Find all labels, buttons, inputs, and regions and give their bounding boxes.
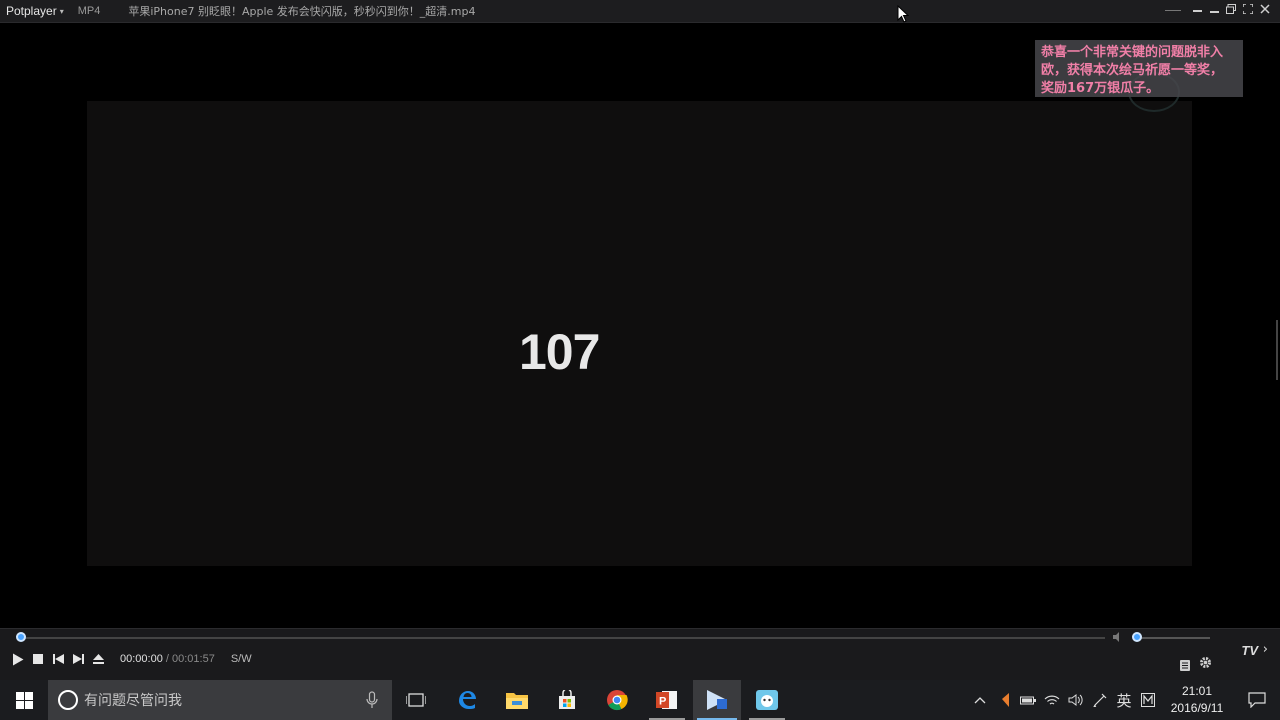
cortana-search-box[interactable]: 有问题尽管问我 [48, 680, 392, 720]
potplayer-icon [707, 690, 727, 710]
action-center-button[interactable] [1234, 680, 1280, 720]
resize-handle[interactable] [1276, 320, 1278, 380]
mini-mode-icon[interactable] [1209, 4, 1219, 16]
windows-logo-icon [15, 691, 33, 709]
battery-icon[interactable] [1016, 680, 1040, 720]
task-view-button[interactable] [392, 680, 440, 720]
file-title: 苹果iPhone7 别眨眼！Apple 发布会快闪版，秒秒闪到你！_超清.mp4 [128, 5, 476, 18]
brand-label: Potplayer [6, 4, 57, 18]
store-bag-icon [559, 690, 575, 709]
format-label: MP4 [77, 5, 101, 17]
store-button[interactable] [543, 680, 591, 720]
overlay-line-2: 欧，获得本次绘马祈愿一等奖， [1041, 63, 1224, 78]
edge-icon [459, 691, 476, 709]
potplayer-menu-button[interactable]: Potplayer ▾ [0, 4, 64, 18]
ime-mode-icon[interactable] [1136, 680, 1160, 720]
speaker-icon[interactable] [1112, 631, 1124, 646]
windows-taskbar: 有问题尽管问我 P 英 21:01 2016/9/11 [0, 680, 1280, 720]
potplayer-taskbar-button[interactable] [693, 680, 741, 720]
task-view-icon [406, 693, 426, 707]
overlay-line-1: 恭喜一个非常关键的问题脱非入 [1041, 45, 1224, 60]
mouse-cursor-icon [897, 5, 909, 23]
powerpoint-icon: P [656, 691, 677, 709]
minimize-icon[interactable] [1192, 4, 1202, 16]
playlist-icon[interactable] [1180, 656, 1190, 671]
volume-knob[interactable] [1132, 632, 1142, 642]
file-explorer-button[interactable] [493, 680, 541, 720]
eject-icon[interactable] [92, 653, 104, 665]
video-frame [87, 101, 1192, 566]
cortana-icon [58, 690, 78, 710]
character-app-icon [756, 690, 778, 710]
chevron-up-icon[interactable] [968, 680, 992, 720]
volume-muted-app-icon[interactable] [992, 680, 1016, 720]
tv-button[interactable]: TV [1241, 643, 1258, 658]
volume-slider[interactable] [1137, 637, 1210, 639]
seek-bar[interactable] [20, 637, 1105, 639]
window-controls [1165, 3, 1270, 16]
chevron-right-icon[interactable]: › [1263, 642, 1268, 657]
clock[interactable]: 21:01 2016/9/11 [1160, 683, 1234, 717]
speaker-icon[interactable] [1064, 680, 1088, 720]
bilibili-button[interactable] [743, 680, 791, 720]
title-bar: Potplayer ▾ MP4 苹果iPhone7 别眨眼！Apple 发布会快… [0, 0, 1280, 23]
video-viewport[interactable]: 107 [5, 23, 1275, 628]
control-bar: 00:00:00 / 00:01:57 S/W TV › [0, 628, 1280, 680]
folder-icon [506, 693, 528, 709]
total-time: / 00:01:57 [162, 653, 215, 665]
pen-icon[interactable] [1088, 680, 1112, 720]
restore-icon[interactable] [1226, 4, 1236, 16]
edge-taskbar-button[interactable] [443, 680, 491, 720]
time-display: 00:00:00 / 00:01:57 [120, 653, 215, 665]
current-time: 00:00:00 [120, 653, 163, 665]
gear-icon[interactable] [1199, 654, 1212, 668]
divider-line [1165, 9, 1181, 11]
danmaku-overlay: 恭喜一个非常关键的问题脱非入 欧，获得本次绘马祈愿一等奖， 奖励167万银瓜子。 [1035, 40, 1243, 97]
svg-text:P: P [659, 696, 666, 708]
overlay-line-3: 奖励167万银瓜子。 [1041, 81, 1160, 96]
caret-down-icon: ▾ [59, 6, 64, 16]
countdown-number: 107 [519, 324, 600, 380]
notification-icon [1248, 692, 1266, 708]
start-button[interactable] [0, 680, 48, 720]
next-icon[interactable] [72, 653, 84, 665]
close-icon[interactable] [1260, 4, 1270, 16]
stop-icon[interactable] [32, 653, 44, 665]
wifi-icon[interactable] [1040, 680, 1064, 720]
chrome-button[interactable] [593, 680, 641, 720]
clock-date: 2016/9/11 [1170, 701, 1224, 715]
system-tray: 英 21:01 2016/9/11 [968, 680, 1280, 720]
fullscreen-icon[interactable] [1242, 3, 1254, 16]
previous-icon[interactable] [52, 653, 64, 665]
powerpoint-button[interactable]: P [643, 680, 691, 720]
ime-language-indicator[interactable]: 英 [1112, 680, 1136, 720]
sw-toggle[interactable]: S/W [231, 653, 252, 665]
clock-time: 21:01 [1181, 684, 1213, 698]
chrome-icon [607, 690, 628, 711]
microphone-icon[interactable] [366, 691, 378, 713]
seek-knob[interactable] [16, 632, 26, 642]
play-icon[interactable] [12, 653, 24, 665]
search-placeholder: 有问题尽管问我 [84, 693, 182, 709]
playback-controls: 00:00:00 / 00:01:57 S/W [12, 653, 252, 665]
